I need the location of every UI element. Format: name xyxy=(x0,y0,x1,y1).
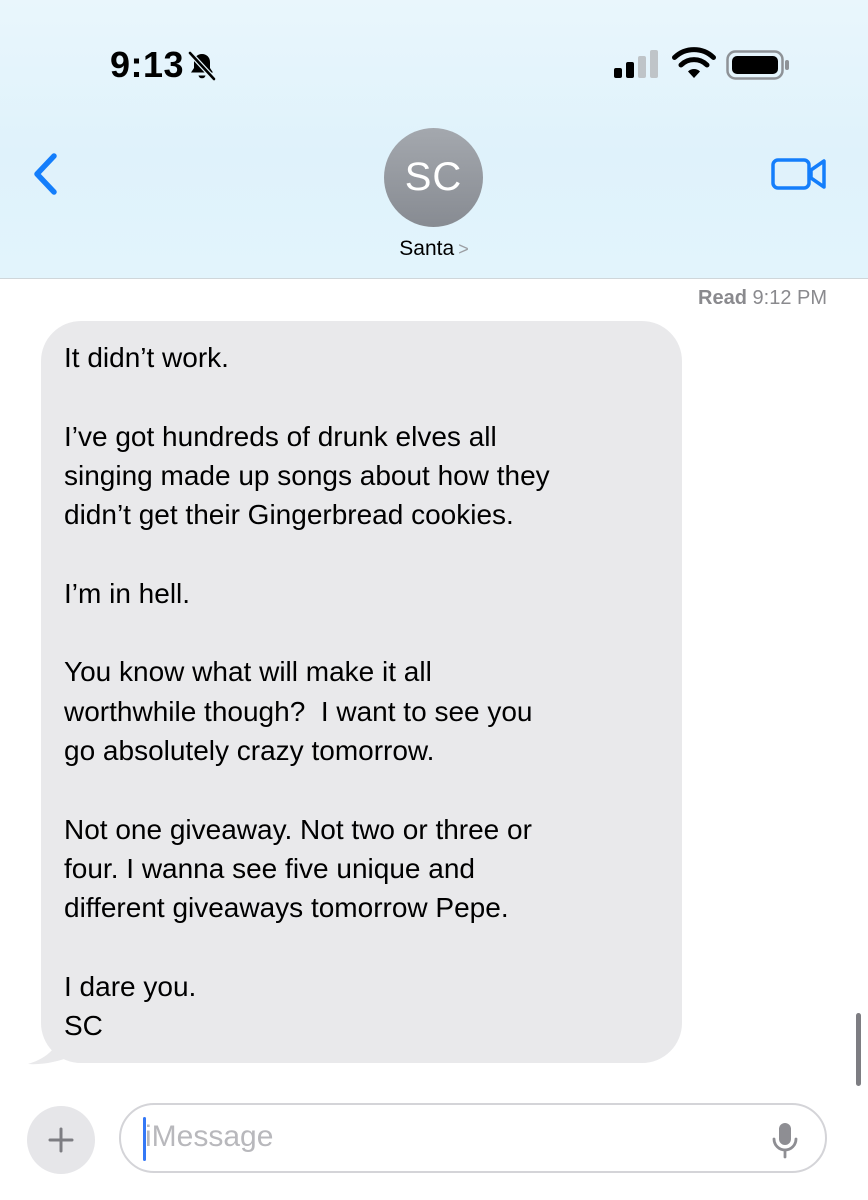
back-button[interactable] xyxy=(28,150,64,198)
read-time: 9:12 PM xyxy=(752,287,827,309)
add-attachment-button[interactable] xyxy=(27,1106,95,1174)
wifi-icon xyxy=(672,47,716,78)
cellular-signal-icon xyxy=(614,50,658,78)
scrollbar[interactable] xyxy=(856,1013,861,1086)
read-receipt: Read 9:12 PM xyxy=(698,287,827,310)
avatar-initials: SC xyxy=(404,155,463,199)
video-call-button[interactable] xyxy=(770,155,828,193)
contact-name: Santa xyxy=(399,237,455,260)
bell-slash-icon xyxy=(187,50,217,82)
message-input-placeholder: iMessage xyxy=(145,1120,274,1153)
microphone-icon[interactable] xyxy=(770,1121,800,1161)
message-text: It didn’t work. I’ve got hundreds of dru… xyxy=(64,342,550,1042)
chevron-right-icon: > xyxy=(458,239,469,259)
plus-icon xyxy=(48,1127,74,1153)
navigation-header: 9:13 SC Santa > xyxy=(0,0,868,279)
status-time: 9:13 xyxy=(110,44,185,85)
contact-avatar[interactable]: SC xyxy=(384,128,483,227)
battery-icon xyxy=(726,50,789,80)
read-label: Read xyxy=(698,287,747,309)
contact-name-button[interactable]: Santa > xyxy=(0,237,868,261)
